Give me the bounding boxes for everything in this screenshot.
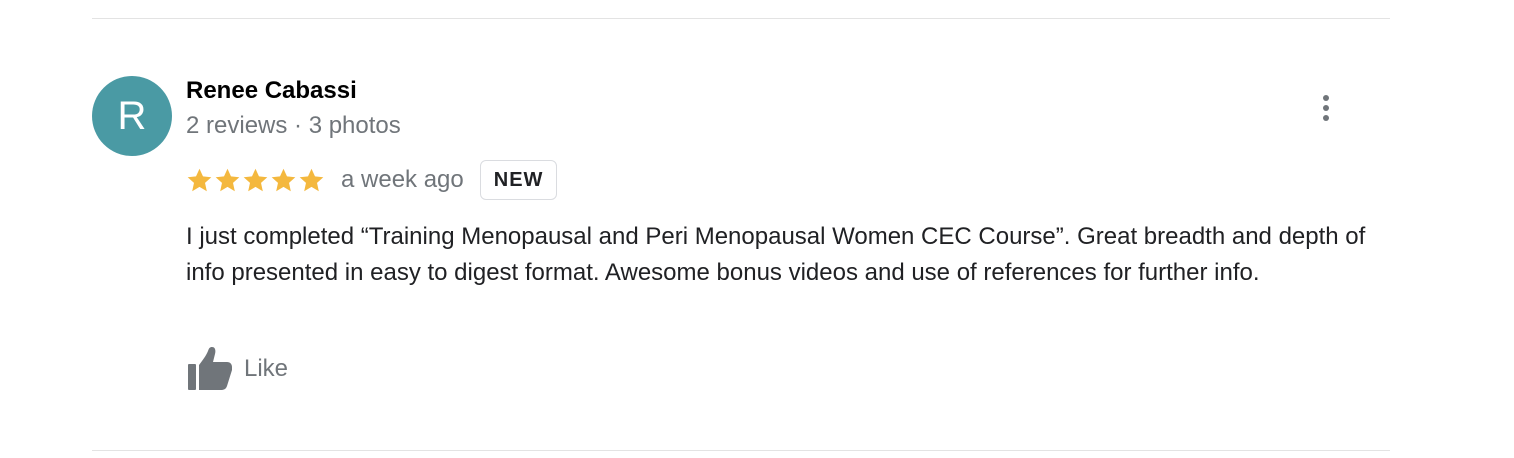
like-label: Like — [244, 355, 289, 382]
review-text: I just completed “Training Menopausal an… — [186, 223, 1366, 286]
rating-row: a week ago NEW — [186, 158, 558, 202]
reviewer-name[interactable]: Renee Cabassi — [186, 77, 357, 105]
avatar[interactable]: R — [92, 76, 172, 156]
thumbs-up-icon — [188, 347, 232, 390]
reviewer-meta: 2 reviews · 3 photos — [186, 112, 401, 139]
more-vertical-icon — [1323, 95, 1329, 101]
review-card: R Renee Cabassi 2 reviews · 3 photos a w… — [0, 0, 1514, 458]
more-vertical-icon-dot — [1323, 105, 1329, 111]
star-icon — [243, 168, 268, 191]
like-button[interactable]: Like — [184, 346, 288, 392]
more-options-button[interactable] — [1310, 90, 1342, 126]
star-icon — [271, 168, 296, 191]
bottom-divider — [92, 450, 1390, 451]
star-icon — [215, 168, 240, 191]
star-icon — [187, 168, 212, 191]
avatar-initial: R — [117, 94, 147, 138]
star-icon — [299, 168, 324, 191]
star-rating — [186, 167, 325, 194]
more-vertical-icon-dot — [1323, 115, 1329, 121]
review-date: a week ago — [341, 166, 464, 193]
new-badge: NEW — [479, 160, 558, 200]
